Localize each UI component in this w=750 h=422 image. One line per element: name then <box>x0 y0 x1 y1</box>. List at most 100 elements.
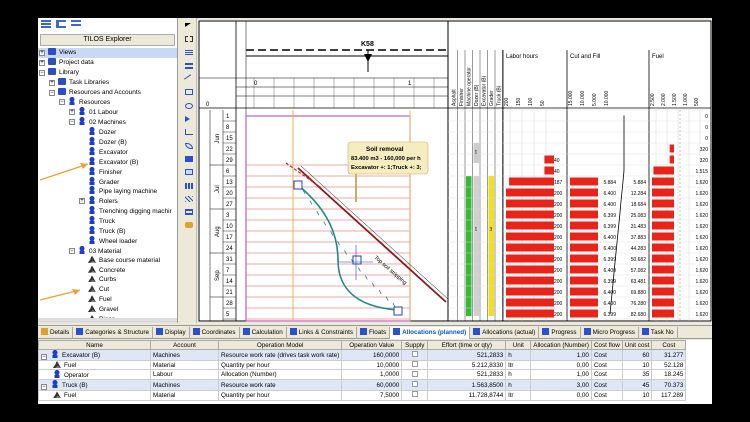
cell-unit[interactable]: ltr <box>505 390 532 401</box>
cell-model[interactable]: Allocation (Number) <box>217 369 343 381</box>
cell-effort[interactable]: 11.728,8744 <box>427 390 507 401</box>
cell-name[interactable]: Fuel <box>38 359 151 371</box>
cell-ucost[interactable]: 10 <box>621 390 653 401</box>
cell-effort[interactable]: 521,2833 <box>427 369 507 381</box>
collapse-icon[interactable] <box>59 99 65 106</box>
column-header[interactable]: Operation Value <box>341 340 403 350</box>
tool-text-button[interactable] <box>182 153 194 164</box>
cell-effort[interactable]: 1.563,8500 <box>427 379 507 392</box>
tree-item[interactable]: 03 Material <box>38 245 177 256</box>
column-header[interactable]: Unit cost <box>621 340 653 350</box>
cell-name[interactable]: Fuel <box>38 390 151 401</box>
collapse-icon[interactable]: − <box>41 354 47 360</box>
view-grid-icon[interactable] <box>41 20 51 28</box>
cell-alloc[interactable]: 1,00 <box>530 349 592 361</box>
tab-progress[interactable]: Progress <box>539 327 581 339</box>
cell-flow[interactable]: Cost <box>590 359 623 371</box>
tree-item[interactable]: Task Libraries <box>38 77 177 88</box>
tree-item[interactable]: Rolers <box>38 196 177 206</box>
tree-item[interactable]: 02 Machines <box>38 117 177 127</box>
tree-item[interactable]: Dozer <box>38 127 177 137</box>
cell-alloc[interactable]: 0,00 <box>530 359 592 371</box>
supply-checkbox-cell[interactable] <box>401 349 429 361</box>
cell-value[interactable]: 1,0000 <box>341 369 403 381</box>
cell-value[interactable]: 60,0000 <box>341 379 403 392</box>
cell-account[interactable]: Material <box>150 359 219 371</box>
tab-calculation[interactable]: Calculation <box>240 327 287 339</box>
table-row[interactable]: Fuel Material Quantity per hour 10,0000 5.21… <box>38 359 687 371</box>
tab-links-constraints[interactable]: Links & Constraints <box>287 327 357 339</box>
cell-ucost[interactable]: 45 <box>621 379 653 392</box>
tab-floats[interactable]: Floats <box>357 327 391 339</box>
tab-allocations-actual[interactable]: Allocations (actual) <box>470 327 540 339</box>
column-header[interactable]: Supply <box>401 340 429 350</box>
cell-cost[interactable]: 117.289 <box>651 390 687 401</box>
view-list-icon[interactable] <box>70 20 81 28</box>
tool-pointer-button[interactable] <box>182 20 194 31</box>
tree-item[interactable]: Dozer (B) <box>38 137 177 147</box>
supply-checkbox[interactable] <box>411 391 418 398</box>
tree-item[interactable]: Truck (B) <box>38 226 177 236</box>
tool-select-button[interactable] <box>182 33 194 44</box>
tree-item[interactable]: Pipe laying machine <box>38 186 177 196</box>
supply-checkbox-cell[interactable] <box>401 369 429 381</box>
cell-value[interactable]: 160,0000 <box>341 349 403 361</box>
cell-model[interactable]: Resource work rate <box>217 379 343 392</box>
cell-model[interactable]: Resource work rate (drives task work rat… <box>217 349 343 361</box>
tree-item[interactable]: 01 Labour <box>38 107 177 117</box>
cell-account[interactable]: Material <box>150 390 219 401</box>
tree-item[interactable]: Excavator <box>38 146 177 157</box>
expand-icon[interactable] <box>39 50 45 56</box>
cell-name[interactable]: Operator <box>38 369 151 381</box>
column-header[interactable]: Operation Model <box>217 340 343 350</box>
tool-bar-button[interactable] <box>182 180 194 191</box>
tree-item[interactable]: Fuel <box>38 295 177 305</box>
explorer-scrollbar[interactable] <box>38 318 177 323</box>
cell-alloc[interactable]: 3,00 <box>530 379 592 392</box>
tool-frame-button[interactable] <box>182 166 194 177</box>
expand-icon[interactable] <box>69 109 75 116</box>
collapse-icon[interactable] <box>39 69 45 76</box>
tree-item[interactable]: Resources and Accounts <box>38 87 177 98</box>
cell-unit[interactable]: h <box>505 369 532 381</box>
tool-hatch-button[interactable] <box>182 193 194 204</box>
curve-handle[interactable] <box>293 180 303 190</box>
supply-checkbox-cell[interactable] <box>401 359 429 371</box>
collapse-icon[interactable]: − <box>41 384 47 390</box>
collapse-icon[interactable] <box>49 89 55 96</box>
tree-item[interactable]: Excavator (B) <box>38 156 177 167</box>
tool-table-button[interactable] <box>182 206 194 217</box>
cell-cost[interactable]: 31.277 <box>651 349 687 361</box>
expand-icon[interactable] <box>49 79 55 86</box>
cell-value[interactable]: 7,5000 <box>341 390 403 401</box>
cell-model[interactable]: Quantity per hour <box>217 390 343 401</box>
cell-alloc[interactable]: 0,00 <box>530 390 592 401</box>
tool-circle-button[interactable] <box>182 100 194 111</box>
expand-icon[interactable] <box>79 198 85 205</box>
cell-flow[interactable]: Cost <box>590 379 623 392</box>
tab-task-no[interactable]: Task No <box>639 327 678 339</box>
table-row[interactable]: Fuel Material Quantity per hour 7,5000 11.72… <box>38 390 687 401</box>
cell-unit[interactable]: h <box>505 349 532 361</box>
tree-item[interactable]: Views <box>38 48 177 58</box>
tool-brush-button[interactable] <box>182 219 194 230</box>
cell-unit[interactable]: ltr <box>505 359 532 371</box>
collapse-icon[interactable] <box>69 247 75 254</box>
column-header[interactable]: Unit <box>505 340 532 350</box>
time-location-chart[interactable]: K58 0 1 0 Jun Jul Aug Sep 1 8 15 22 29 6 13 20 27 3 10 17 24… <box>198 20 712 322</box>
tab-coordinates[interactable]: Coordinates <box>190 327 240 339</box>
supply-checkbox[interactable] <box>411 361 418 368</box>
view-tree-icon[interactable] <box>55 20 66 28</box>
tab-categories-structure[interactable]: Categories & Structure <box>73 327 153 339</box>
cell-ucost[interactable]: 10 <box>621 359 653 371</box>
tree-item[interactable]: Wheel loader <box>38 235 177 246</box>
cell-effort[interactable]: 5.212,8330 <box>427 359 507 371</box>
supply-checkbox[interactable] <box>411 351 418 357</box>
cell-alloc[interactable]: 1,00 <box>530 369 592 381</box>
tree-item[interactable]: Trenching digging machir <box>38 206 177 216</box>
cell-flow[interactable]: Cost <box>590 369 623 381</box>
cell-value[interactable]: 10,0000 <box>341 359 403 371</box>
tab-details[interactable]: Details <box>38 327 74 339</box>
curve-handle[interactable] <box>393 306 403 316</box>
tree-item[interactable]: Cut <box>38 285 177 295</box>
